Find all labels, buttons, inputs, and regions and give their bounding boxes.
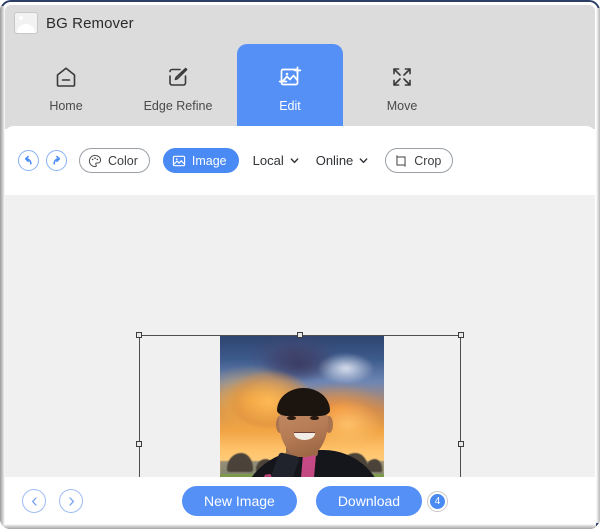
palette-icon bbox=[88, 154, 102, 168]
local-dropdown[interactable]: Local bbox=[253, 153, 300, 168]
redo-button[interactable] bbox=[46, 150, 67, 171]
crop-frame-icon bbox=[394, 154, 408, 168]
image-button-label: Image bbox=[192, 154, 227, 168]
header-bar: BG Remover Home Ed bbox=[4, 3, 596, 129]
footer-bar: New Image Download 4 bbox=[4, 477, 596, 525]
previous-button[interactable] bbox=[22, 489, 46, 513]
crop-button[interactable]: Crop bbox=[385, 148, 453, 173]
download-button[interactable]: Download bbox=[316, 486, 422, 516]
body-panel: Color Image Local Onlin bbox=[4, 126, 596, 526]
image-button[interactable]: Image bbox=[163, 148, 239, 173]
chevron-left-circle-icon bbox=[28, 495, 41, 508]
color-button[interactable]: Color bbox=[79, 148, 150, 173]
chevron-down-icon bbox=[289, 155, 300, 166]
resize-handle-top-left[interactable] bbox=[136, 332, 142, 338]
window-shadow-left bbox=[0, 6, 5, 529]
undo-button[interactable] bbox=[18, 150, 39, 171]
download-badge: 4 bbox=[428, 492, 447, 511]
resize-handle-top-right[interactable] bbox=[458, 332, 464, 338]
window-shadow-bottom bbox=[4, 524, 596, 529]
image-edit-icon bbox=[276, 60, 304, 94]
crop-button-label: Crop bbox=[414, 154, 441, 168]
undo-arrow-icon bbox=[22, 154, 35, 167]
app-title: BG Remover bbox=[46, 15, 134, 32]
tab-edit-label: Edit bbox=[279, 99, 301, 113]
online-dropdown[interactable]: Online bbox=[316, 153, 370, 168]
resize-handle-middle-left[interactable] bbox=[136, 441, 142, 447]
tab-edge-refine-label: Edge Refine bbox=[144, 99, 213, 113]
local-dropdown-label: Local bbox=[253, 153, 284, 168]
tab-edit[interactable]: Edit bbox=[237, 44, 343, 129]
app-window: BG Remover Home Ed bbox=[0, 0, 600, 529]
tab-home-label: Home bbox=[49, 99, 82, 113]
redo-arrow-icon bbox=[50, 154, 63, 167]
chevron-down-icon bbox=[358, 155, 369, 166]
title-bar: BG Remover bbox=[4, 3, 596, 43]
option-toolbar: Color Image Local Onlin bbox=[4, 126, 596, 195]
tab-home[interactable]: Home bbox=[13, 44, 119, 129]
tab-edge-refine[interactable]: Edge Refine bbox=[125, 44, 231, 129]
next-button[interactable] bbox=[59, 489, 83, 513]
tab-move[interactable]: Move bbox=[349, 44, 455, 129]
window-shadow-right bbox=[596, 8, 600, 523]
picture-icon bbox=[172, 154, 186, 168]
pen-square-icon bbox=[165, 60, 191, 94]
resize-handle-top-center[interactable] bbox=[297, 332, 303, 338]
home-icon bbox=[53, 60, 79, 94]
move-arrows-icon bbox=[389, 60, 415, 94]
new-image-button[interactable]: New Image bbox=[182, 486, 297, 516]
color-button-label: Color bbox=[108, 154, 138, 168]
chevron-right-circle-icon bbox=[65, 495, 78, 508]
image-icon bbox=[14, 12, 38, 34]
online-dropdown-label: Online bbox=[316, 153, 354, 168]
resize-handle-middle-right[interactable] bbox=[458, 441, 464, 447]
tab-move-label: Move bbox=[387, 99, 418, 113]
mode-tab-strip: Home Edge Refine bbox=[4, 44, 596, 129]
